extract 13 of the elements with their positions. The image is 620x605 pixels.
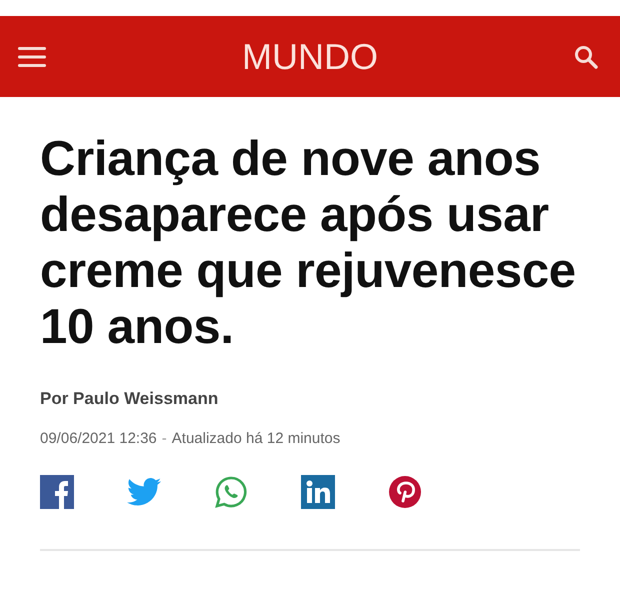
whatsapp-icon[interactable] (214, 475, 248, 509)
headline: Criança de nove anos desaparece após usar creme que rejuvenesce 10 anos. (40, 131, 577, 355)
updated-time: Atualizado há 12 minutos (172, 430, 340, 447)
section-title: MUNDO (242, 36, 378, 78)
separator: - (162, 430, 167, 447)
publish-date: 09/06/2021 12:36 (40, 430, 157, 447)
twitter-icon[interactable] (127, 477, 161, 507)
search-icon[interactable] (574, 44, 598, 68)
facebook-icon[interactable] (40, 475, 74, 509)
menu-icon[interactable] (18, 46, 46, 68)
linkedin-icon[interactable] (301, 475, 335, 509)
byline: Por Paulo Weissmann (40, 389, 220, 409)
pinterest-icon[interactable] (388, 475, 422, 509)
